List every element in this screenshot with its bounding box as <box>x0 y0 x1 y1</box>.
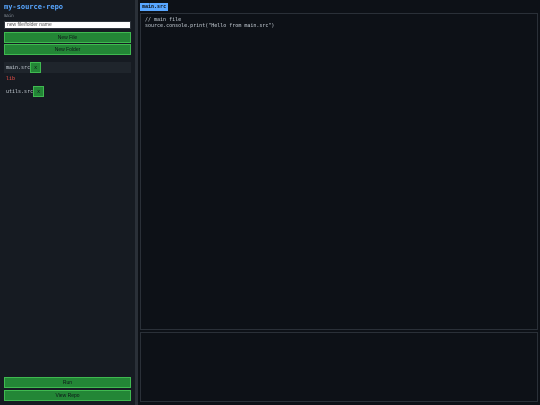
file-name: utils.src <box>6 88 34 95</box>
branch-label: main <box>4 13 14 18</box>
run-button[interactable]: Run <box>4 377 131 388</box>
folder-item-lib[interactable]: lib <box>4 73 15 84</box>
code-line: source.console.print("Hello from main.sr… <box>145 23 275 29</box>
sidebar: my-source-repo main New File New Folder … <box>0 0 135 405</box>
code-editor[interactable]: // main file source.console.print("Hello… <box>140 13 538 330</box>
file-item-utils[interactable]: utils.src x <box>4 86 45 97</box>
output-panel <box>140 332 538 402</box>
repo-title: my-source-repo <box>4 3 64 11</box>
new-name-input[interactable] <box>4 21 131 29</box>
view-repo-button[interactable]: View Repo <box>4 390 131 401</box>
new-file-button[interactable]: New File <box>4 32 131 43</box>
panel-divider[interactable] <box>135 0 138 405</box>
folder-name: lib <box>6 75 16 82</box>
file-name: main.src <box>6 64 31 71</box>
new-folder-button[interactable]: New Folder <box>4 44 131 55</box>
file-item-main[interactable]: main.src x <box>4 62 131 73</box>
tab-main-src[interactable]: main.src <box>140 3 169 11</box>
delete-file-button[interactable]: x <box>30 62 42 73</box>
delete-file-button[interactable]: x <box>33 86 45 97</box>
